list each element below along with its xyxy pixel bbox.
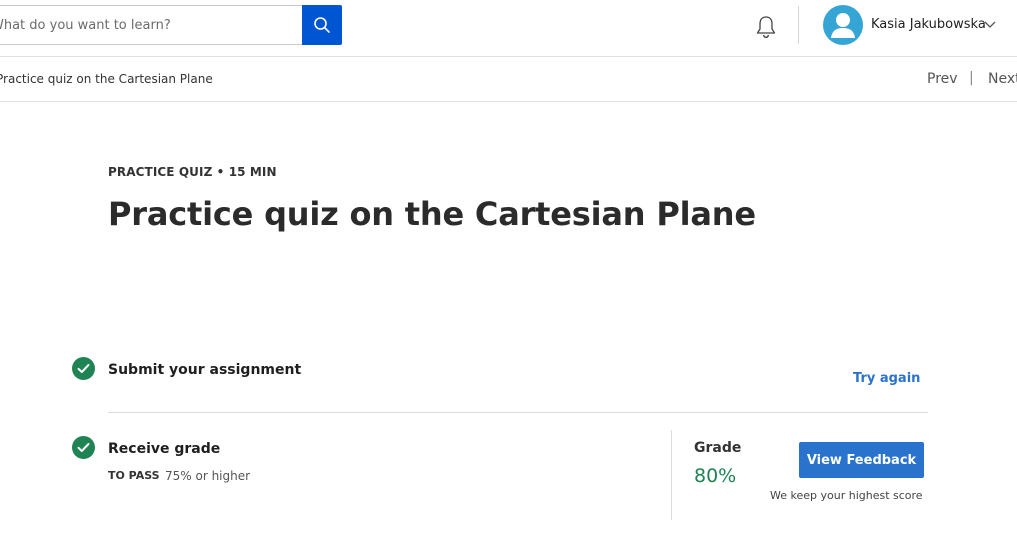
avatar[interactable] xyxy=(823,5,863,45)
search-button[interactable] xyxy=(302,5,342,45)
search-input[interactable] xyxy=(0,6,291,44)
check-icon xyxy=(77,443,90,452)
to-pass-value: 75% or higher xyxy=(165,469,251,483)
try-again-link[interactable]: Try again xyxy=(853,371,920,386)
to-pass-label: TO PASS xyxy=(108,469,160,482)
user-avatar-icon xyxy=(831,13,855,38)
submit-status-badge xyxy=(72,357,95,380)
nav-separator: | xyxy=(969,70,974,86)
grade-status-badge xyxy=(72,436,95,459)
search-icon xyxy=(314,17,330,33)
chevron-down-icon[interactable] xyxy=(983,19,997,31)
bell-icon xyxy=(756,16,776,38)
view-feedback-button[interactable]: View Feedback xyxy=(799,442,924,478)
grade-label: Grade xyxy=(694,440,742,456)
grade-value: 80% xyxy=(694,465,737,487)
breadcrumb: Practice quiz on the Cartesian Plane xyxy=(0,72,213,86)
check-icon xyxy=(77,364,90,373)
quiz-eyebrow: PRACTICE QUIZ • 15 MIN xyxy=(108,165,277,179)
step-divider xyxy=(108,412,928,413)
highest-score-note: We keep your highest score xyxy=(770,489,923,502)
prev-link[interactable]: Prev xyxy=(927,71,958,87)
user-name[interactable]: Kasia Jakubowska xyxy=(871,17,986,32)
top-header: Kasia Jakubowska xyxy=(0,0,1017,57)
grade-divider xyxy=(671,430,672,520)
grade-step-title: Receive grade xyxy=(108,441,221,457)
notifications-button[interactable] xyxy=(752,13,780,41)
page-title: Practice quiz on the Cartesian Plane xyxy=(108,195,756,233)
submit-step-title: Submit your assignment xyxy=(108,362,302,378)
next-link[interactable]: Next xyxy=(988,71,1017,87)
header-divider xyxy=(798,6,799,44)
search-box xyxy=(0,5,302,45)
item-navigation: Practice quiz on the Cartesian Plane Pre… xyxy=(0,57,1017,102)
